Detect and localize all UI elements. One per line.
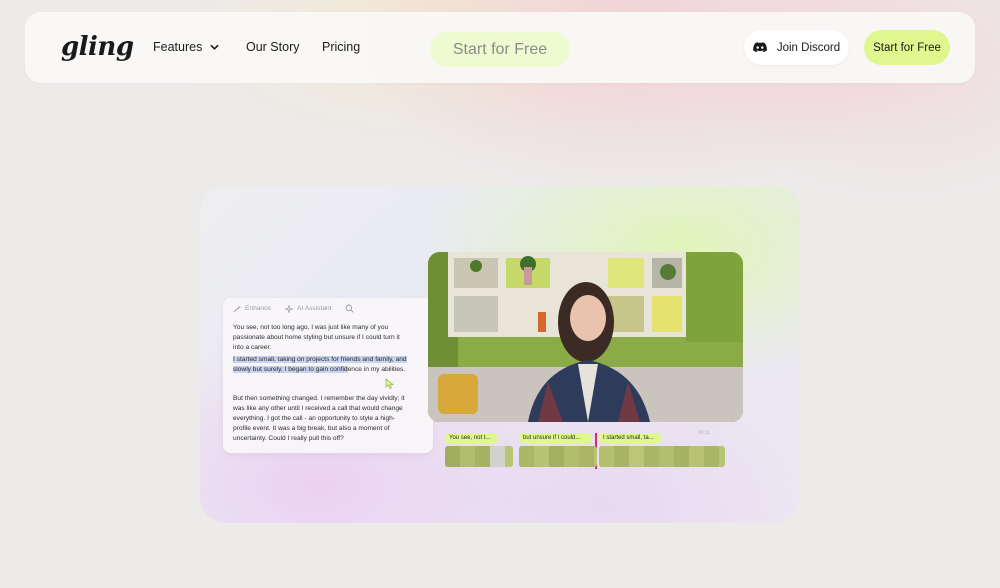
timeline-timestamp: 00:11 xyxy=(698,430,711,436)
unselected-text: ence in my abilities. xyxy=(347,365,406,373)
nav-our-story[interactable]: Our Story xyxy=(246,40,300,54)
timeline-clip-label[interactable]: I started small, ta... xyxy=(599,433,661,443)
timeline-clip-strip[interactable] xyxy=(519,446,597,467)
nav-features-label: Features xyxy=(153,40,203,54)
ai-assistant-label: AI Assistant xyxy=(297,305,332,312)
join-discord-label: Join Discord xyxy=(776,41,841,54)
nav-pricing[interactable]: Pricing xyxy=(322,40,360,54)
top-navigation: gling Features Our Story Pricing Start f… xyxy=(25,12,975,83)
ai-assistant-tool[interactable]: AI Assistant xyxy=(285,304,331,314)
nav-features[interactable]: Features xyxy=(153,40,219,54)
sparkle-icon xyxy=(285,304,294,313)
editor-toolbar: Enhance AI Assistant xyxy=(233,304,355,314)
video-frame-image xyxy=(428,252,743,422)
discord-icon xyxy=(753,42,767,53)
start-for-free-center-button[interactable]: Start for Free xyxy=(430,32,570,67)
magic-wand-icon xyxy=(233,305,241,313)
timeline-clip-label[interactable]: but unsure if I could... xyxy=(519,433,591,443)
transcript-paragraph-selected[interactable]: I started small, taking on projects for … xyxy=(233,355,411,375)
gling-logo[interactable]: gling xyxy=(61,32,134,62)
chevron-down-icon xyxy=(210,44,219,50)
timeline-clip-label[interactable]: You see, not t... xyxy=(445,433,497,443)
transcript-paragraph[interactable]: You see, not too long ago, I was just li… xyxy=(233,323,411,353)
search-icon[interactable] xyxy=(345,304,355,314)
join-discord-button[interactable]: Join Discord xyxy=(744,30,849,65)
enhance-tool[interactable]: Enhance xyxy=(233,304,271,314)
start-for-free-button[interactable]: Start for Free xyxy=(864,30,950,65)
video-preview[interactable] xyxy=(428,252,743,422)
sparkle-cursor-icon xyxy=(385,378,394,389)
timeline-clip-strip[interactable] xyxy=(445,446,513,467)
transcript-paragraph[interactable]: But then something changed. I remember t… xyxy=(233,394,411,443)
enhance-label: Enhance xyxy=(245,305,272,312)
transcript-editor[interactable]: Enhance AI Assistant You see, not too lo… xyxy=(223,298,433,453)
timeline-clip-strip[interactable] xyxy=(599,446,725,467)
